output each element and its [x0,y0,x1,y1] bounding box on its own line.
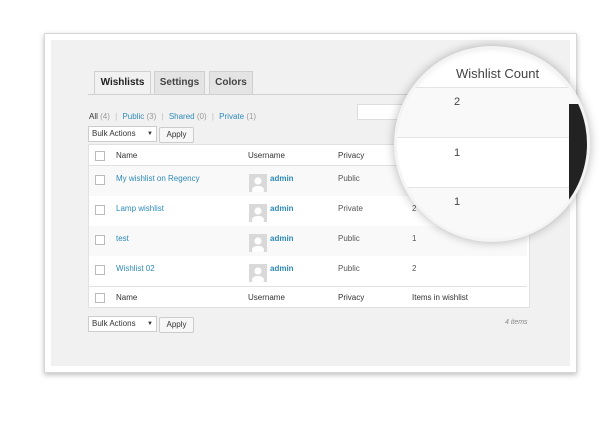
table-row: Wishlist 02 admin Public 2 [89,256,527,286]
apply-button-bottom[interactable]: Apply [159,317,194,333]
tab-wishlists[interactable]: Wishlists [94,71,151,95]
bulk-actions-select-top[interactable]: Bulk Actions ▼ [88,126,157,142]
row-checkbox[interactable] [95,265,105,275]
magnified-count-value: 2 [454,96,461,108]
magnifier-lens: Wishlist Count 2 1 1 [394,46,590,242]
select-all-checkbox[interactable] [95,293,105,303]
row-checkbox[interactable] [95,175,105,185]
status-filters: All (4) | Public (3) | Shared (0) | Priv… [89,112,256,121]
row-checkbox[interactable] [95,205,105,215]
privacy-value: Public [338,234,360,243]
bulk-actions-select-bottom[interactable]: Bulk Actions ▼ [88,316,157,332]
filter-public[interactable]: Public [122,112,144,121]
magnified-row [397,137,587,188]
username-link[interactable]: admin [270,174,294,183]
filter-private-count: (1) [246,112,257,121]
magnified-count-value: 1 [454,147,461,159]
row-checkbox[interactable] [95,235,105,245]
username-link[interactable]: admin [270,204,294,213]
privacy-value: Private [338,204,363,213]
avatar [249,264,267,282]
privacy-value: Public [338,264,360,273]
dropdown-arrow-icon: ▼ [147,131,153,137]
magnified-count-column: Wishlist Count 2 1 1 [397,49,587,239]
column-footer-privacy[interactable]: Privacy [338,293,364,302]
username-link[interactable]: admin [270,234,294,243]
items-total: 4 items [505,319,528,326]
magnified-dark-edge [569,104,587,207]
apply-button-top[interactable]: Apply [159,127,194,143]
filter-separator: | [115,112,118,121]
avatar [249,234,267,252]
filter-shared[interactable]: Shared [169,112,195,121]
magnified-row [397,87,587,138]
magnified-row [397,187,587,238]
bulk-actions-label: Bulk Actions [92,129,136,138]
filter-separator: | [211,112,214,121]
privacy-value: Public [338,174,360,183]
wishlist-name-link[interactable]: My wishlist on Regency [116,174,200,183]
username-link[interactable]: admin [270,264,294,273]
column-header-name[interactable]: Name [116,151,137,160]
wishlist-name-link[interactable]: Lamp wishlist [116,204,164,213]
wishlist-name-link[interactable]: Wishlist 02 [116,264,155,273]
filter-public-count: (3) [146,112,157,121]
column-footer-items[interactable]: Items in wishlist [412,293,468,302]
magnified-count-value: 1 [454,196,461,208]
filter-all[interactable]: All [89,112,98,121]
select-all-checkbox[interactable] [95,151,105,161]
filter-separator: | [161,112,164,121]
column-footer-username[interactable]: Username [248,293,285,302]
avatar [249,204,267,222]
filter-shared-count: (0) [196,112,207,121]
filter-private[interactable]: Private [219,112,244,121]
column-header-privacy[interactable]: Privacy [338,151,364,160]
table-footer-row: Name Username Privacy Items in wishlist [89,286,527,307]
tab-settings[interactable]: Settings [154,71,205,94]
wishlist-count-header: Wishlist Count [456,66,540,81]
tab-colors[interactable]: Colors [209,71,253,94]
column-header-username[interactable]: Username [248,151,285,160]
dropdown-arrow-icon: ▼ [147,321,153,327]
wishlist-count: 2 [412,264,417,273]
column-footer-name[interactable]: Name [116,293,137,302]
bulk-actions-label: Bulk Actions [92,319,136,328]
wishlist-name-link[interactable]: test [116,234,129,243]
filter-all-count: (4) [100,112,110,121]
avatar [249,174,267,192]
